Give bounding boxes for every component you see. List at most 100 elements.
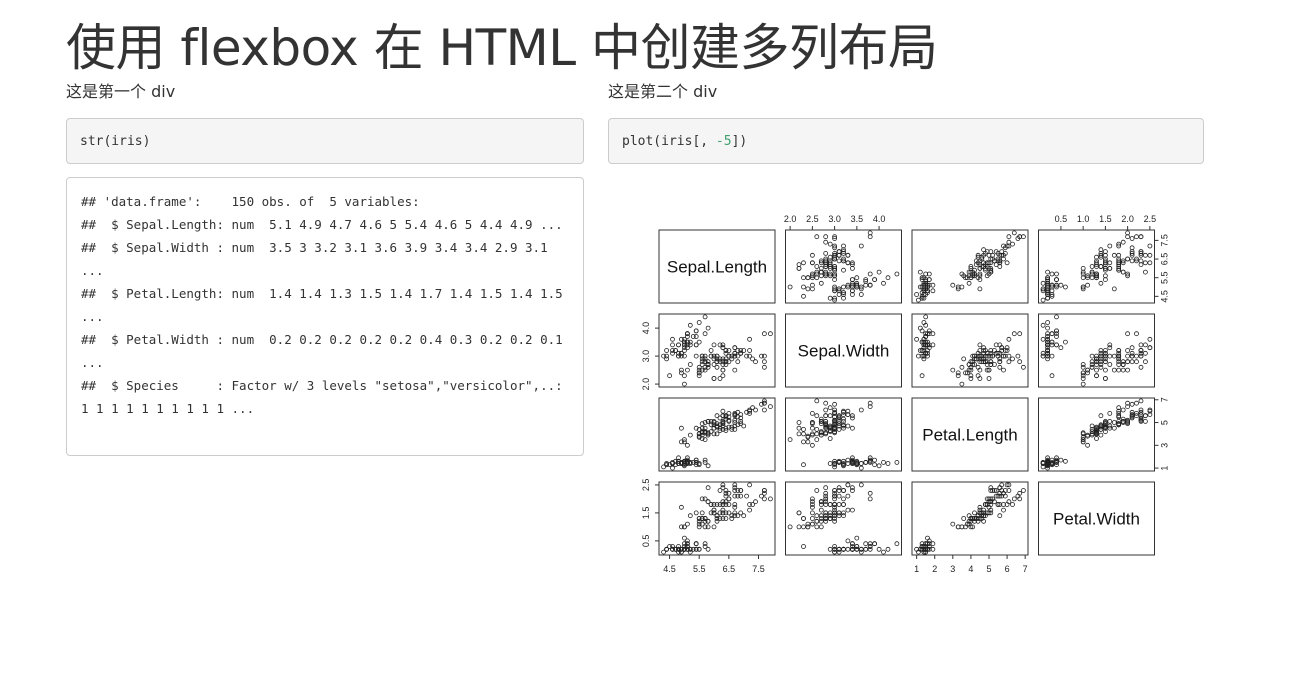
data-point xyxy=(841,546,846,552)
tick-label: 6.5 xyxy=(723,564,736,574)
data-point xyxy=(1125,331,1131,337)
data-point xyxy=(836,546,842,552)
data-point xyxy=(1089,264,1095,269)
data-point xyxy=(767,331,773,337)
data-point xyxy=(679,367,684,373)
data-point xyxy=(814,488,820,493)
data-point xyxy=(687,362,693,367)
data-point xyxy=(845,507,851,513)
data-point xyxy=(670,336,675,342)
data-point xyxy=(876,463,882,469)
data-point xyxy=(1085,282,1091,288)
data-point xyxy=(714,513,720,519)
data-point xyxy=(849,266,855,271)
data-point xyxy=(823,485,829,491)
data-point xyxy=(747,348,752,353)
data-point xyxy=(814,264,820,269)
data-point xyxy=(699,496,705,502)
data-point xyxy=(796,431,802,437)
data-point xyxy=(836,510,842,516)
data-point xyxy=(705,485,711,491)
data-point xyxy=(818,516,824,521)
data-point xyxy=(687,432,693,438)
data-point xyxy=(664,546,669,552)
data-point xyxy=(1134,234,1139,240)
data-point xyxy=(1098,353,1104,359)
data-point xyxy=(805,524,811,530)
data-point xyxy=(1045,269,1051,275)
data-point xyxy=(1120,367,1126,373)
data-point xyxy=(867,496,873,502)
variable-label: Sepal.Length xyxy=(667,258,767,277)
data-point xyxy=(858,482,864,488)
data-point xyxy=(858,461,864,466)
tick-label: 1.0 xyxy=(1077,214,1090,224)
data-point xyxy=(1040,322,1046,328)
code-block-plot-iris[interactable]: plot(iris[, -5]) xyxy=(608,118,1204,164)
tick-label: 4.0 xyxy=(641,322,651,335)
data-point xyxy=(682,339,687,345)
data-point xyxy=(863,546,869,552)
data-point xyxy=(702,516,708,521)
data-point xyxy=(796,524,802,530)
data-point xyxy=(823,516,829,521)
data-point xyxy=(1125,256,1131,262)
data-point xyxy=(863,541,869,547)
data-point xyxy=(723,490,729,496)
data-point xyxy=(690,546,696,552)
data-point xyxy=(836,258,842,264)
data-point xyxy=(977,286,983,292)
data-point xyxy=(1107,342,1113,348)
data-point xyxy=(693,541,699,547)
data-point xyxy=(832,544,838,549)
data-point xyxy=(702,544,708,549)
code-block-str-iris[interactable]: str(iris) xyxy=(66,118,584,164)
data-point xyxy=(720,510,726,516)
data-point xyxy=(881,549,886,555)
data-point xyxy=(732,502,738,507)
data-point xyxy=(1102,359,1108,365)
data-point xyxy=(894,459,900,465)
str-output-block[interactable]: ## 'data.frame': 150 obs. of 5 variables… xyxy=(66,177,584,456)
data-point xyxy=(1138,348,1144,353)
tick-label: 2.0 xyxy=(641,378,651,391)
data-point xyxy=(914,292,920,297)
data-point xyxy=(787,284,793,290)
data-point xyxy=(676,544,681,549)
data-point xyxy=(863,282,869,288)
data-point xyxy=(885,461,891,466)
data-point xyxy=(867,230,873,236)
data-point xyxy=(1125,367,1131,373)
data-point xyxy=(836,488,842,493)
data-point xyxy=(1111,425,1117,431)
output-line: ## 'data.frame': 150 obs. of 5 variables… xyxy=(81,194,420,209)
data-point xyxy=(867,546,873,552)
data-point xyxy=(841,496,846,502)
output-line: ## $ Sepal.Length: num 5.1 4.9 4.7 4.6 5… xyxy=(81,217,563,232)
data-point xyxy=(1138,234,1144,240)
data-point xyxy=(747,502,752,507)
code-prefix: plot(iris[, xyxy=(622,133,716,149)
data-point xyxy=(881,280,886,286)
data-point xyxy=(1125,353,1131,359)
data-point xyxy=(796,425,802,431)
data-point xyxy=(849,546,855,552)
output-line: ## $ Sepal.Width : num 3.5 3 3.2 3.1 3.6… xyxy=(81,240,556,278)
data-point xyxy=(1125,230,1131,236)
data-point xyxy=(867,234,873,240)
data-point xyxy=(1011,230,1017,236)
tick-label: 5 xyxy=(986,564,991,574)
data-point xyxy=(796,420,802,425)
data-point xyxy=(1120,362,1126,367)
data-point xyxy=(919,373,925,379)
data-point xyxy=(1049,339,1055,345)
data-point xyxy=(1129,359,1135,365)
data-point xyxy=(1098,280,1104,286)
data-point xyxy=(1143,342,1148,348)
code-suffix: ]) xyxy=(731,133,748,149)
data-point xyxy=(1040,353,1046,359)
tick-label: 2.5 xyxy=(806,214,819,224)
matrix-panel xyxy=(785,481,902,556)
data-point xyxy=(753,407,758,413)
data-point xyxy=(966,280,972,286)
